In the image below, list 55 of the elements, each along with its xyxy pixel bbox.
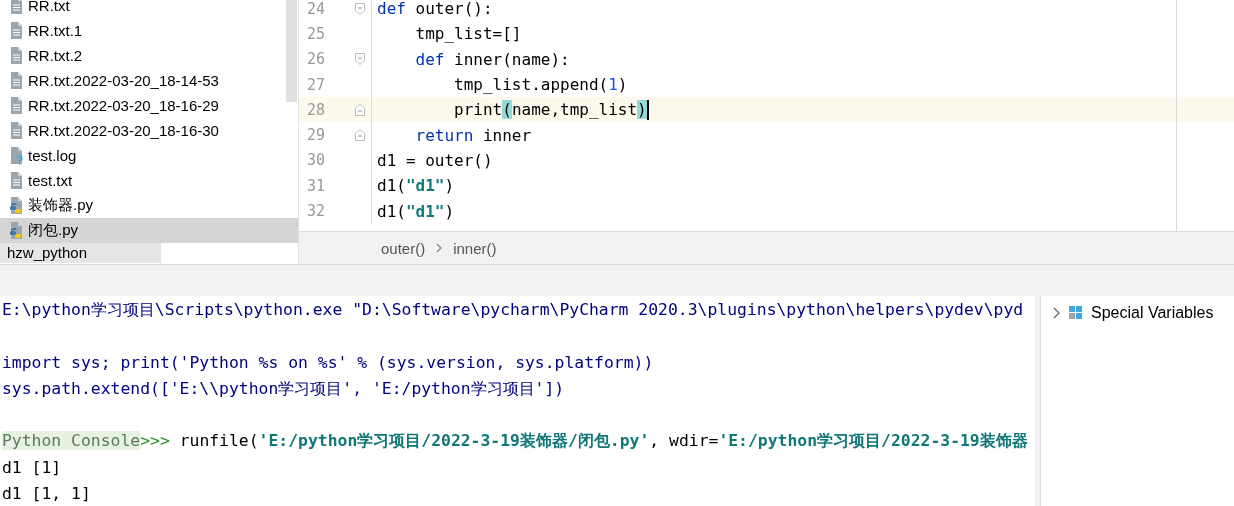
tree-item[interactable]: 闭包.py xyxy=(0,218,298,243)
tree-item[interactable]: RR.txt.2022-03-20_18-16-30 xyxy=(0,118,298,143)
text-file-icon xyxy=(8,46,24,65)
line-number: 27 xyxy=(305,75,325,94)
text-file-icon xyxy=(8,71,24,90)
console-line: E:\python学习项目\Scripts\python.exe "D:\Software\pycharm\PyCharm 2020.3\plugins\python\helpers\pydev\pyd xyxy=(2,300,1024,319)
tree-item[interactable]: RR.txt.2 xyxy=(0,43,298,68)
code-line: print(name,tmp_list) xyxy=(453,99,649,121)
console-line: d1 [1, 1] xyxy=(2,484,91,504)
console-line: d1 [1] xyxy=(2,457,62,477)
code-line: def inner(name): xyxy=(414,49,570,69)
code-line: tmp_list.append(1) xyxy=(453,75,628,95)
python-file-icon xyxy=(8,196,24,215)
fold-icon[interactable] xyxy=(355,103,365,116)
line-number: 31 xyxy=(305,176,325,195)
project-label: hzw_python xyxy=(0,243,162,263)
tree-item[interactable]: RR.txt.2022-03-20_18-14-53 xyxy=(0,68,298,93)
line-number: 25 xyxy=(305,24,325,43)
code-line: d1 = outer() xyxy=(376,150,493,170)
code-line: tmp_list=[] xyxy=(414,24,522,44)
text-file-icon xyxy=(8,121,24,140)
fold-icon[interactable] xyxy=(355,129,365,142)
line-number: 32 xyxy=(305,202,325,220)
tree-item[interactable]: 装饰器.py xyxy=(0,193,298,218)
python-file-icon xyxy=(8,221,24,240)
console-line: sys.path.extend(['E:\\python学习项目', 'E:/python学习项目']) xyxy=(2,378,565,398)
console-line: Python Console>>> runfile('E:/python学习项目/2022-3-19装饰器/闭包.py', wdir='E:/python学习项目/2022-3-19装饰器 xyxy=(2,430,1028,453)
line-number: 30 xyxy=(305,151,325,170)
tree-item[interactable]: RR.txt.1 xyxy=(0,18,298,43)
code-line: d1("d1") xyxy=(376,201,455,221)
fold-icon[interactable] xyxy=(355,2,365,15)
code-line: d1("d1") xyxy=(376,176,455,196)
grid-icon xyxy=(1069,306,1083,320)
console-line: import sys; print('Python %s on %s' % (sys.version, sys.platform)) xyxy=(2,351,654,374)
text-file-icon xyxy=(8,21,24,40)
breadcrumb[interactable]: inner() xyxy=(453,239,497,257)
line-number: 28 xyxy=(305,100,325,119)
line-number: 24 xyxy=(305,0,325,18)
variable-label[interactable]: Special Variables xyxy=(1091,304,1214,322)
chevron-icon xyxy=(435,243,444,253)
text-file-icon xyxy=(8,96,24,115)
scrollbar-thumb[interactable] xyxy=(286,0,297,102)
code-line: def outer(): xyxy=(376,0,493,19)
tree-item[interactable]: test.txt xyxy=(0,168,298,193)
chevron-icon[interactable] xyxy=(1051,307,1061,319)
code-line: return inner xyxy=(414,125,532,145)
unknown-file-icon xyxy=(8,146,24,165)
tree-item[interactable]: RR.txt xyxy=(0,0,298,18)
tree-item[interactable]: test.log xyxy=(0,143,298,168)
line-number: 29 xyxy=(305,126,325,145)
text-file-icon xyxy=(8,171,24,190)
breadcrumb[interactable]: outer() xyxy=(381,239,426,257)
line-number: 26 xyxy=(305,50,325,69)
tree-item[interactable]: RR.txt.2022-03-20_18-16-29 xyxy=(0,93,298,118)
fold-icon[interactable] xyxy=(355,53,365,66)
